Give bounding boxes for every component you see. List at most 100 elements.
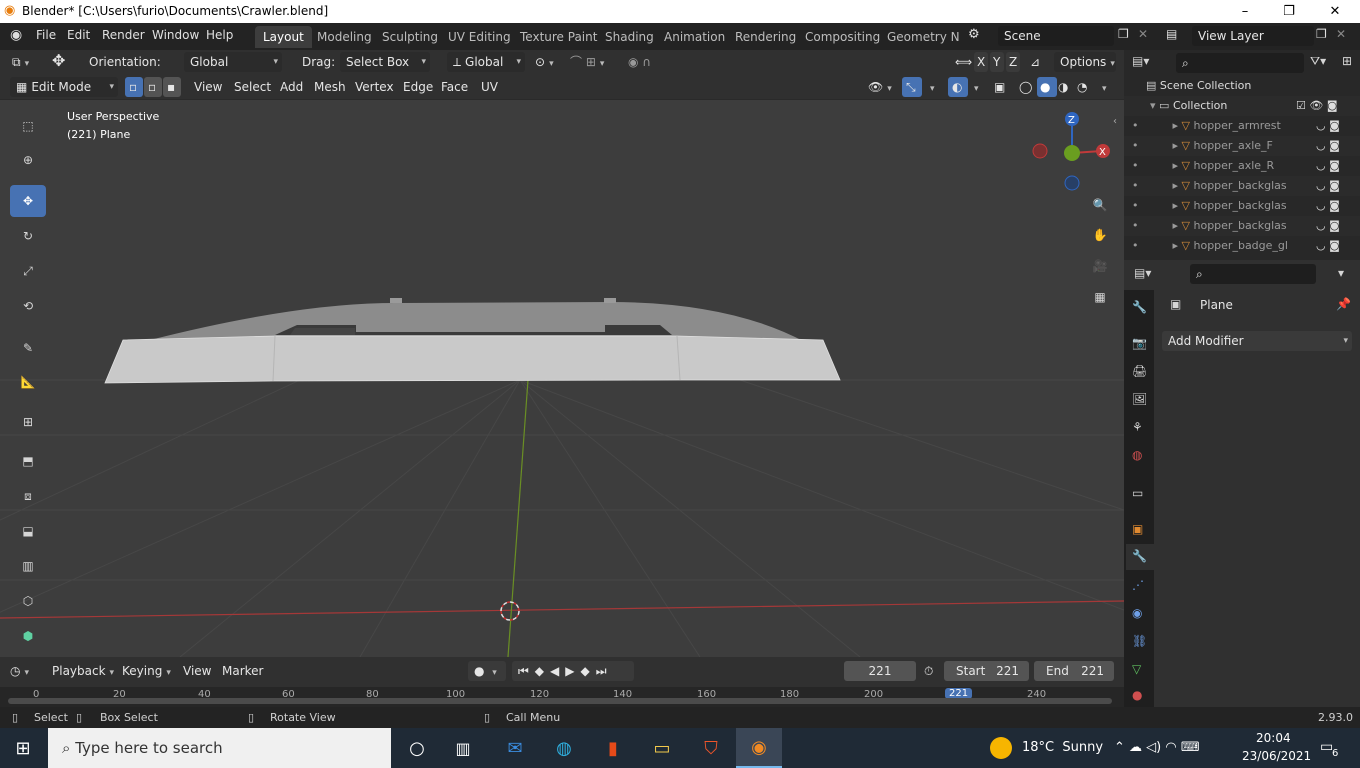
mail-icon[interactable]: ✉ (492, 728, 538, 768)
list-item[interactable]: • ▸ ▽ hopper_armrest ◡ ◙ (1124, 116, 1360, 136)
minimize-button[interactable]: – (1222, 0, 1268, 23)
rendered-shading-icon[interactable]: ◔ (1077, 77, 1087, 97)
playback-controls[interactable]: ⏮◆◀▶◆⏭ (512, 661, 634, 681)
clock-time[interactable]: 20:04 (1256, 731, 1291, 745)
weather-label[interactable]: 18°C Sunny (1022, 740, 1103, 755)
poly-build-tool-icon[interactable]: ⬢ (10, 620, 46, 652)
menu-window[interactable]: Window (152, 28, 199, 42)
blender-taskbar-icon[interactable]: ◉ (736, 728, 782, 768)
vertex-select-mode-icon[interactable]: ▫ (125, 77, 143, 97)
menu-timeline-view[interactable]: View (183, 661, 211, 681)
menu-select[interactable]: Select (234, 77, 271, 97)
view-layer-icon[interactable]: ▤ (1166, 27, 1177, 41)
view-layer-tab-icon[interactable]: 🖼 (1132, 392, 1147, 406)
particles-tab-icon[interactable]: ⋰ (1132, 578, 1144, 592)
list-item[interactable]: • ▸ ▽ hopper_backglas ◡ ◙ (1124, 196, 1360, 216)
scene-field[interactable]: Scene (998, 26, 1114, 46)
new-view-layer-icon[interactable]: ❐ (1316, 27, 1327, 41)
delete-view-layer-icon[interactable]: ✕ (1336, 27, 1346, 41)
filter-icon[interactable]: ⛛▾ (1310, 54, 1326, 69)
tab-modeling[interactable]: Modeling (309, 26, 380, 48)
constraints-tab-icon[interactable]: ⛓ (1132, 634, 1147, 648)
task-view-icon[interactable]: ▥ (440, 728, 486, 768)
timeline-scrollbar[interactable] (8, 698, 1112, 704)
material-shading-icon[interactable]: ◑ (1058, 77, 1068, 97)
rotate-tool-icon[interactable]: ↻ (10, 220, 46, 252)
file-explorer-icon[interactable]: ▭ (639, 728, 685, 768)
properties-search-input[interactable]: ⌕ (1190, 264, 1316, 284)
cursor-tool-icon[interactable]: ⊕ (10, 144, 46, 176)
blender-menu-icon[interactable]: ◉ (10, 27, 22, 43)
knife-tool-icon[interactable]: ⬡ (10, 585, 46, 617)
3d-viewport[interactable]: Z X ⧉ ▾ ✥ Orientation: Global ▾ Drag: Sele… (0, 50, 1124, 657)
overlay-toggle-icon[interactable]: ◐ (948, 77, 968, 97)
start-frame-field[interactable]: Start 221 (944, 661, 1029, 681)
face-select-mode-icon[interactable]: ▪ (163, 77, 181, 97)
wireframe-shading-icon[interactable]: ◯ (1019, 77, 1032, 97)
render-tab-icon[interactable]: 📷 (1132, 336, 1147, 350)
close-button[interactable]: ✕ (1312, 0, 1358, 23)
axis-y-toggle[interactable]: Y (990, 52, 1004, 72)
office-icon[interactable]: ▮ (590, 728, 636, 768)
tab-geometry-nodes[interactable]: Geometry No (879, 26, 959, 48)
timer-icon[interactable]: ⏱ (924, 661, 933, 681)
inset-tool-icon[interactable]: ⧈ (10, 480, 46, 512)
options-dropdown[interactable]: Options ▾ (1054, 52, 1116, 72)
menu-keying[interactable]: Keying ▾ (122, 661, 171, 681)
tab-uv-editing[interactable]: UV Editing (440, 26, 519, 48)
delete-scene-icon[interactable]: ✕ (1138, 27, 1148, 41)
select-box-tool-icon[interactable]: ⬚ (10, 110, 46, 142)
add-modifier-dropdown[interactable]: Add Modifier ▾ (1162, 331, 1352, 351)
new-scene-icon[interactable]: ❐ (1118, 27, 1129, 41)
edge-select-mode-icon[interactable]: ▫ (144, 77, 162, 97)
tab-compositing[interactable]: Compositing (797, 26, 888, 48)
axis-z-toggle[interactable]: Z (1006, 52, 1020, 72)
tool-tab-icon[interactable]: 🔧 (1132, 300, 1147, 314)
zoom-icon[interactable]: 🔍 (1088, 193, 1112, 217)
snap-icon[interactable]: ⌒ ⊞ ▾ (570, 52, 604, 72)
collection-tab-icon[interactable]: ▭ (1132, 486, 1143, 500)
scale-tool-icon[interactable]: ⤢ (10, 255, 46, 287)
visibility-icon[interactable]: 👁 ▾ (868, 77, 892, 97)
timeline-ruler[interactable]: 0 20 40 60 80 100 120 140 160 180 200 22… (0, 687, 1124, 707)
autokey-icon[interactable]: ● ▾ (468, 661, 506, 681)
tab-rendering[interactable]: Rendering (727, 26, 804, 48)
end-frame-field[interactable]: End 221 (1034, 661, 1114, 681)
current-frame-field[interactable]: 221 (844, 661, 916, 681)
scene-tab-icon[interactable]: ⚘ (1132, 420, 1143, 434)
perspective-grid-icon[interactable]: ▦ (1088, 285, 1112, 309)
gizmo-toggle-icon[interactable]: ⤡ (902, 77, 922, 97)
view-layer-field[interactable]: View Layer (1192, 26, 1314, 46)
mirror-icon[interactable]: ⟺ (955, 52, 972, 72)
physics-tab-icon[interactable]: ◉ (1132, 606, 1142, 620)
menu-help[interactable]: Help (206, 28, 233, 42)
menu-edge[interactable]: Edge (403, 77, 433, 97)
tab-texture-paint[interactable]: Texture Paint (512, 26, 605, 48)
tab-animation[interactable]: Animation (656, 26, 733, 48)
menu-mesh[interactable]: Mesh (314, 77, 346, 97)
edge-browser-icon[interactable]: ◍ (541, 728, 587, 768)
bevel-tool-icon[interactable]: ⬓ (10, 515, 46, 547)
menu-vertex[interactable]: Vertex (355, 77, 394, 97)
data-tab-icon[interactable]: ▽ (1132, 662, 1141, 676)
loop-cut-tool-icon[interactable]: ▥ (10, 550, 46, 582)
tab-shading[interactable]: Shading (597, 26, 662, 48)
properties-options-icon[interactable]: ▾ (1338, 266, 1344, 280)
annotate-tool-icon[interactable]: ✎ (10, 332, 46, 364)
mode-dropdown[interactable]: ▦ Edit Mode ▾ (10, 77, 118, 97)
orientation-dropdown[interactable]: Global ▾ (184, 52, 282, 72)
menu-uv[interactable]: UV (481, 77, 498, 97)
pin-icon[interactable]: 📌 (1336, 297, 1351, 311)
pivot-point-icon[interactable]: ⊙ ▾ (535, 52, 554, 72)
properties-editor-icon[interactable]: ▤▾ (1134, 266, 1151, 280)
object-tab-icon[interactable]: ▣ (1132, 522, 1143, 536)
sidebar-toggle-icon[interactable]: ‹ (1113, 116, 1117, 127)
outliner-row-scene-collection[interactable]: ▤ Scene Collection (1124, 76, 1360, 96)
outliner-search-input[interactable]: ⌕ (1176, 53, 1304, 73)
add-cube-tool-icon[interactable]: ⊞ (10, 406, 46, 438)
clock-date[interactable]: 23/06/2021 (1242, 749, 1311, 763)
outliner-row-collection[interactable]: ▾ ▭ Collection ☑ 👁 ◙ (1124, 96, 1360, 116)
timeline-editor-icon[interactable]: ◷ ▾ (10, 661, 29, 681)
menu-view[interactable]: View (194, 77, 222, 97)
overlay-dropdown-icon[interactable]: ▾ (970, 77, 979, 97)
